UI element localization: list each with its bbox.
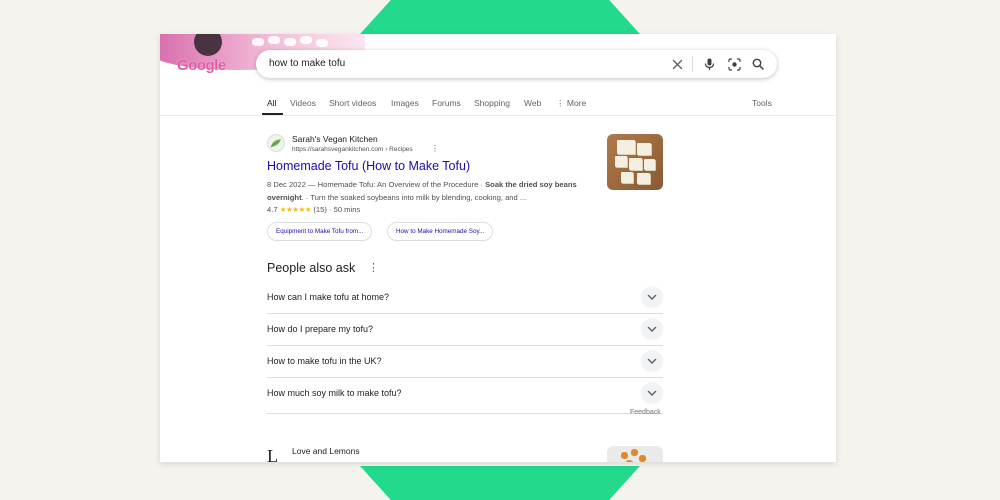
doodle-blob bbox=[284, 38, 296, 46]
tab-images[interactable]: Images bbox=[391, 98, 419, 108]
doodle-blob bbox=[316, 39, 328, 47]
rating-value: 4.7 bbox=[267, 205, 278, 214]
result-options-icon[interactable]: ⋮ bbox=[431, 144, 439, 153]
result-url[interactable]: https://sarahsvegankitchen.com › Recipes bbox=[292, 146, 413, 153]
people-also-ask-title: People also ask bbox=[267, 261, 356, 275]
browser-window: Google how to make tofu All Videos Short… bbox=[160, 34, 836, 462]
tofu-cube bbox=[637, 173, 650, 184]
tools-button[interactable]: Tools bbox=[752, 98, 772, 108]
result-site-name[interactable]: Love and Lemons bbox=[292, 446, 360, 456]
more-dots-icon: ⋮ bbox=[556, 98, 567, 108]
result-2-thumbnail-image[interactable] bbox=[607, 446, 663, 462]
microphone-icon[interactable] bbox=[702, 57, 716, 71]
paa-question-text: How do I prepare my tofu? bbox=[267, 324, 374, 334]
tofu-cube bbox=[637, 143, 651, 155]
review-count: (15) bbox=[313, 205, 327, 214]
decorative-green-shape-top bbox=[360, 0, 640, 34]
tab-short-videos[interactable]: Short videos bbox=[329, 98, 376, 108]
search-bar[interactable]: how to make tofu bbox=[256, 50, 777, 78]
tofu-cube bbox=[629, 158, 642, 170]
tab-more-label: More bbox=[566, 98, 587, 108]
tab-shopping[interactable]: Shopping bbox=[474, 98, 510, 108]
chevron-down-icon[interactable] bbox=[641, 286, 663, 308]
tab-all[interactable]: All bbox=[267, 98, 276, 108]
tofu-cube bbox=[644, 159, 655, 170]
tofu-cube bbox=[621, 172, 633, 183]
doodle-blob bbox=[300, 36, 312, 44]
result-thumbnail-image[interactable] bbox=[607, 134, 663, 190]
paa-question-text: How much soy milk to make tofu? bbox=[267, 388, 402, 398]
snippet-text-b: . · Turn the soaked soybeans into milk b… bbox=[301, 193, 527, 202]
tabs-divider bbox=[160, 115, 836, 116]
food-piece bbox=[626, 460, 633, 462]
google-logo[interactable]: Google bbox=[177, 57, 226, 74]
result-site-name[interactable]: Sarah's Vegan Kitchen bbox=[292, 134, 378, 144]
paa-options-icon[interactable]: ⋮ bbox=[368, 261, 379, 274]
sitelink-chip[interactable]: Equipment to Make Tofu from... bbox=[267, 222, 373, 241]
result-snippet: 8 Dec 2022 — Homemade Tofu: An Overview … bbox=[267, 180, 577, 202]
doodle-blob bbox=[268, 36, 280, 44]
tab-videos[interactable]: Videos bbox=[290, 98, 316, 108]
site-favicon-icon[interactable] bbox=[267, 134, 285, 152]
paa-question[interactable]: How to make tofu in the UK? bbox=[267, 345, 663, 377]
tab-more[interactable]: ⋮ More bbox=[556, 98, 586, 109]
paa-question-text: How to make tofu in the UK? bbox=[267, 356, 382, 366]
paa-question-text: How can I make tofu at home? bbox=[267, 292, 390, 302]
doodle-blob bbox=[252, 38, 264, 46]
chevron-down-icon[interactable] bbox=[641, 318, 663, 340]
rating-line: 4.7 ★★★★★ (15) · 50 mins bbox=[267, 205, 361, 214]
tab-forums[interactable]: Forums bbox=[432, 98, 461, 108]
rating-stars-icon: ★★★★★ bbox=[279, 205, 312, 214]
paa-question[interactable]: How much soy milk to make tofu? bbox=[267, 377, 663, 409]
paa-divider bbox=[267, 413, 663, 414]
search-icon[interactable] bbox=[751, 57, 765, 71]
search-input[interactable]: how to make tofu bbox=[269, 58, 345, 69]
clear-icon[interactable] bbox=[670, 57, 684, 71]
result-title-link[interactable]: Homemade Tofu (How to Make Tofu) bbox=[267, 159, 470, 173]
tofu-cube bbox=[617, 140, 635, 154]
food-piece bbox=[631, 449, 638, 456]
chevron-down-icon[interactable] bbox=[641, 382, 663, 404]
result-date: 8 Dec 2022 bbox=[267, 180, 306, 189]
tofu-cube bbox=[615, 156, 627, 167]
food-piece bbox=[639, 455, 646, 462]
cook-time: 50 mins bbox=[333, 205, 361, 214]
tab-web[interactable]: Web bbox=[524, 98, 541, 108]
decorative-green-shape-bottom bbox=[360, 466, 640, 500]
paa-question[interactable]: How do I prepare my tofu? bbox=[267, 313, 663, 345]
paa-question[interactable]: How can I make tofu at home? bbox=[267, 281, 663, 313]
love-and-lemons-logo[interactable]: L bbox=[267, 446, 278, 462]
camera-lens-icon[interactable] bbox=[727, 57, 741, 71]
sitelink-chip[interactable]: How to Make Homemade Soy... bbox=[387, 222, 494, 241]
food-piece bbox=[621, 452, 628, 459]
snippet-text-a: Homemade Tofu: An Overview of the Proced… bbox=[317, 180, 486, 189]
search-divider bbox=[692, 56, 693, 72]
chevron-down-icon[interactable] bbox=[641, 350, 663, 372]
feedback-link[interactable]: Feedback bbox=[630, 409, 661, 416]
